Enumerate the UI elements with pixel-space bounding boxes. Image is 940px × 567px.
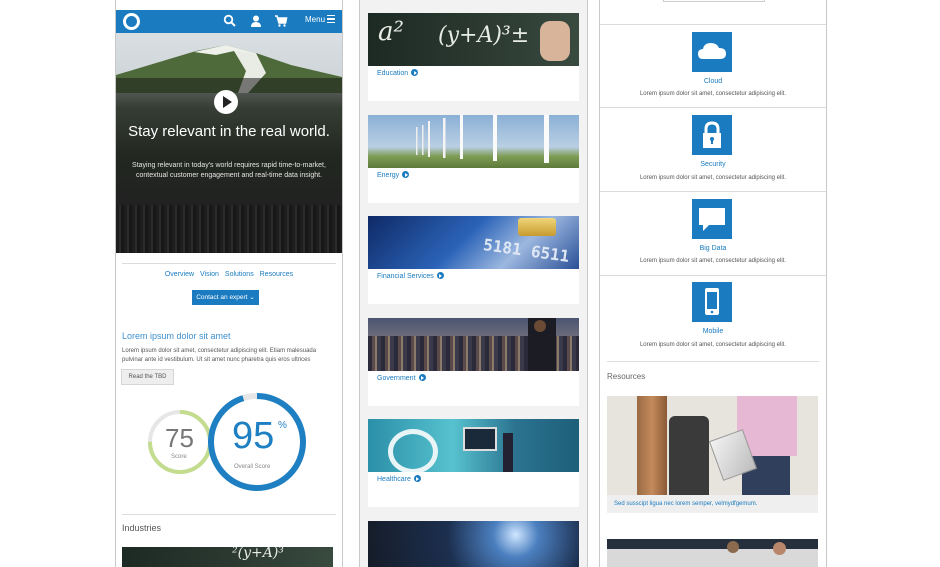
industry-link[interactable]: Government [377,374,426,382]
nav-link-overview[interactable]: Overview [165,271,194,278]
intro-body: Lorem ipsum dolor sit amet, consectetur … [122,348,317,363]
service-description: Lorem ipsum dolor sit amet, consectetur … [639,342,787,348]
chalk-writing: (y+A)³± [438,23,530,48]
menu-button[interactable]: Menu [305,15,336,24]
industries-panel: a² (y+A)³± Education Energy 5181 6511 Fi… [359,0,588,567]
industry-link[interactable]: Education [377,69,419,77]
search-icon[interactable] [223,14,237,28]
read-more-button[interactable]: Read the TBD [121,369,174,385]
healthcare-image [368,419,579,472]
play-video-button[interactable] [214,90,238,114]
menu-label: Menu [305,15,326,24]
divider [122,263,336,264]
arrow-right-icon [436,272,444,279]
hand-shape [540,21,570,61]
chevron-down-icon: ⌄ [249,294,255,301]
hero-banner: Stay relevant in the real world. Staying… [116,33,342,253]
section-nav: Overview Vision Solutions Resources [116,271,342,278]
industry-caption: Healthcare [377,476,411,483]
search-box-edge [663,0,765,2]
score-label: Score [171,454,187,460]
overall-score-unit: % [278,420,287,431]
divider [600,24,826,25]
service-description: Lorem ipsum dolor sit amet, consectetur … [639,91,787,97]
divider [600,191,826,192]
card-chip [518,218,556,236]
intro-heading: Lorem ipsum dolor sit amet [122,331,231,341]
industry-link[interactable]: Financial Services [377,272,444,280]
industry-caption: Government [377,375,416,382]
resource-caption: Sed susscipt ligua nec lorem semper, vel… [614,501,758,507]
service-description: Lorem ipsum dolor sit amet, consectetur … [639,258,787,264]
service-description: Lorem ipsum dolor sit amet, consectetur … [639,175,787,181]
user-account-icon[interactable] [249,14,263,28]
hamburger-icon [327,15,336,23]
mobile-phone-icon[interactable] [692,282,732,322]
hero-title: Stay relevant in the real world. [128,123,330,140]
resource-image[interactable] [607,396,818,495]
industry-card-education[interactable]: a² (y+A)³± Education [368,13,579,101]
overall-score-label: Overall Score [234,464,271,470]
card-digits: 5181 6511 [482,235,571,266]
service-name[interactable]: Cloud [600,78,826,85]
hero-text: Staying relevant in today's world requir… [132,162,326,179]
industry-caption: Education [377,70,409,77]
industry-card-government[interactable]: Government [368,318,579,406]
hero-ground-image [116,205,342,253]
nav-link-vision[interactable]: Vision [200,271,219,278]
contact-expert-label: Contact an expert [196,294,248,301]
industry-card-manufacturing[interactable] [368,521,579,567]
overall-score-value: 95 [232,415,275,457]
chalk-writing: a² [378,17,404,47]
industries-heading: Industries [122,523,162,533]
office-chair [669,416,709,495]
mobile-home-panel: Menu Stay relevant in the real world. St… [115,0,343,567]
industry-link[interactable]: Energy [377,171,410,179]
credit-card-image: 5181 6511 [368,216,579,269]
service-name[interactable]: Security [600,161,826,168]
speech-bubble-icon[interactable] [692,199,732,239]
service-name[interactable]: Mobile [600,328,826,335]
arrow-right-icon [418,374,426,381]
energy-image [368,115,579,168]
divider [600,275,826,276]
divider [600,107,826,108]
arrow-right-icon [413,475,421,482]
divider [607,361,819,362]
resource-image-2[interactable] [607,539,818,567]
industry-card-healthcare[interactable]: Healthcare [368,419,579,507]
industry-card-financial-services[interactable]: 5181 6511 Financial Services [368,216,579,304]
door-frame [637,396,667,495]
service-name[interactable]: Big Data [600,245,826,252]
chalk-writing: ²(y+A)³ [232,547,284,561]
education-image-preview[interactable]: ²(y+A)³ [122,547,333,567]
resource-caption-bar[interactable]: Sed susscipt ligua nec lorem semper, vel… [607,495,818,513]
contact-expert-button[interactable]: Contact an expert ⌄ [192,290,259,305]
services-panel: Cloud Lorem ipsum dolor sit amet, consec… [599,0,827,567]
score-value: 75 [165,423,194,453]
arrow-right-icon [411,69,419,76]
brand-logo[interactable] [123,13,140,30]
nav-link-solutions[interactable]: Solutions [225,271,254,278]
score-gauges: 75 Score 95 % Overall Score [146,390,311,495]
education-image: a² (y+A)³± [368,13,579,66]
industry-link[interactable]: Healthcare [377,475,421,483]
doctor-figure [503,433,513,472]
industry-caption: Financial Services [377,273,434,280]
nav-link-resources[interactable]: Resources [260,271,293,278]
monitor-shape [463,427,497,451]
wind-turbines [416,115,549,163]
industry-card-energy[interactable]: Energy [368,115,579,203]
lock-icon[interactable] [692,115,732,155]
scanner-shape [388,429,438,472]
cart-icon[interactable] [274,14,288,28]
government-image [368,318,579,371]
industry-caption: Energy [377,172,400,179]
resources-heading: Resources [607,372,646,381]
top-navigation-bar: Menu [116,10,342,33]
cloud-icon[interactable] [692,32,732,72]
divider [122,514,336,515]
manufacturing-image [368,521,579,567]
arrow-right-icon [402,171,410,178]
